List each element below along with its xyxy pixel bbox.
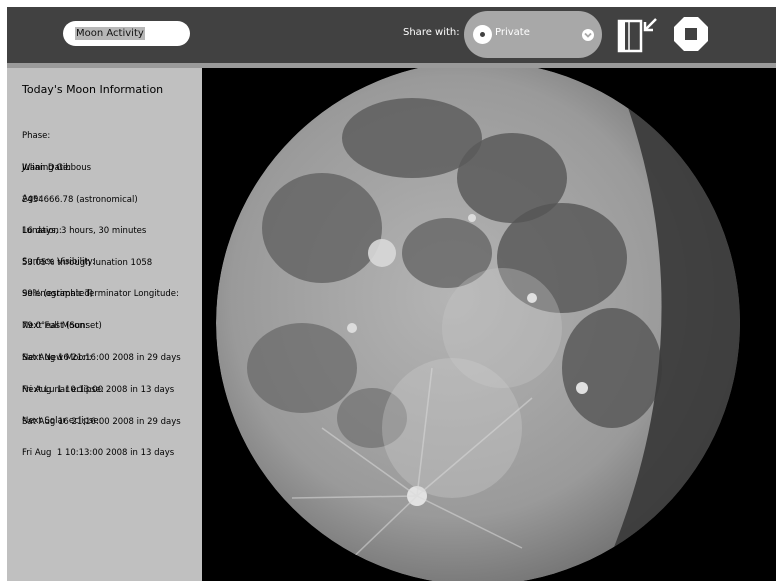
info-label: Julian Date: (22, 163, 72, 173)
activity-title-text: Moon Activity (75, 27, 145, 40)
moon-image-area (202, 68, 776, 581)
moon-info-panel: Today's Moon Information Phase: Waning G… (7, 68, 202, 581)
private-icon (473, 25, 492, 44)
info-value: Fri Aug 1 10:13:00 2008 in 13 days (22, 447, 175, 458)
chevron-down-icon (582, 29, 594, 41)
info-label: Next Solar eclipse: (22, 416, 102, 426)
info-label: Next Full Moon: (22, 321, 88, 331)
info-label: Phase: (22, 131, 51, 141)
moon-image (216, 68, 740, 581)
panel-title: Today's Moon Information (22, 83, 164, 96)
stop-icon[interactable] (673, 16, 709, 52)
share-with-combo[interactable]: Private (464, 11, 602, 58)
share-with-label: Share with: (403, 27, 460, 38)
activity-title-field[interactable]: Moon Activity (63, 21, 190, 46)
activity-window: Moon Activity Share with: Private Today'… (7, 7, 776, 581)
info-label: Next Lunar eclipse: (22, 385, 104, 395)
info-label: Age: (22, 194, 42, 204)
toolbar: Moon Activity Share with: Private (7, 7, 776, 63)
info-entry-next-solar-eclipse: Next Solar eclipse: Fri Aug 1 10:13:00 2… (22, 395, 174, 479)
journal-keep-icon[interactable] (612, 15, 660, 55)
info-label: Selenographic Terminator Longitude: (22, 289, 179, 299)
info-label: Next New Moon: (22, 353, 92, 363)
info-label: Lunation: (22, 226, 62, 236)
share-value: Private (495, 27, 530, 38)
info-label: Surface Visibility: (22, 257, 95, 267)
